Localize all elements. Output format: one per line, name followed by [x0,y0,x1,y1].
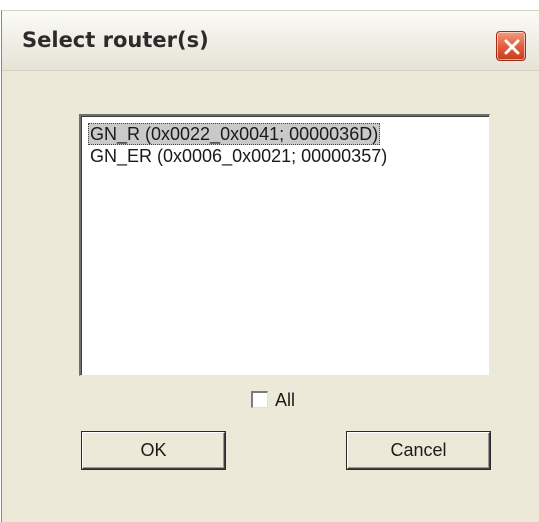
list-item[interactable]: GN_R (0x0022_0x0041; 0000036D) [88,123,381,145]
ok-button[interactable]: OK [82,432,225,469]
title-bar[interactable]: Select router(s) [2,11,539,71]
all-checkbox-label[interactable]: All [275,388,295,412]
all-checkbox[interactable] [251,391,268,408]
select-router-dialog: Select router(s) GN_R (0x0022_0x0041; 00… [1,10,539,522]
dialog-title: Select router(s) [22,28,209,52]
router-listbox[interactable]: GN_R (0x0022_0x0041; 0000036D) GN_ER (0x… [79,114,490,376]
cancel-button[interactable]: Cancel [347,432,490,469]
close-button[interactable] [496,31,526,61]
list-item[interactable]: GN_ER (0x0006_0x0021; 00000357) [88,145,389,167]
close-icon [504,39,520,55]
